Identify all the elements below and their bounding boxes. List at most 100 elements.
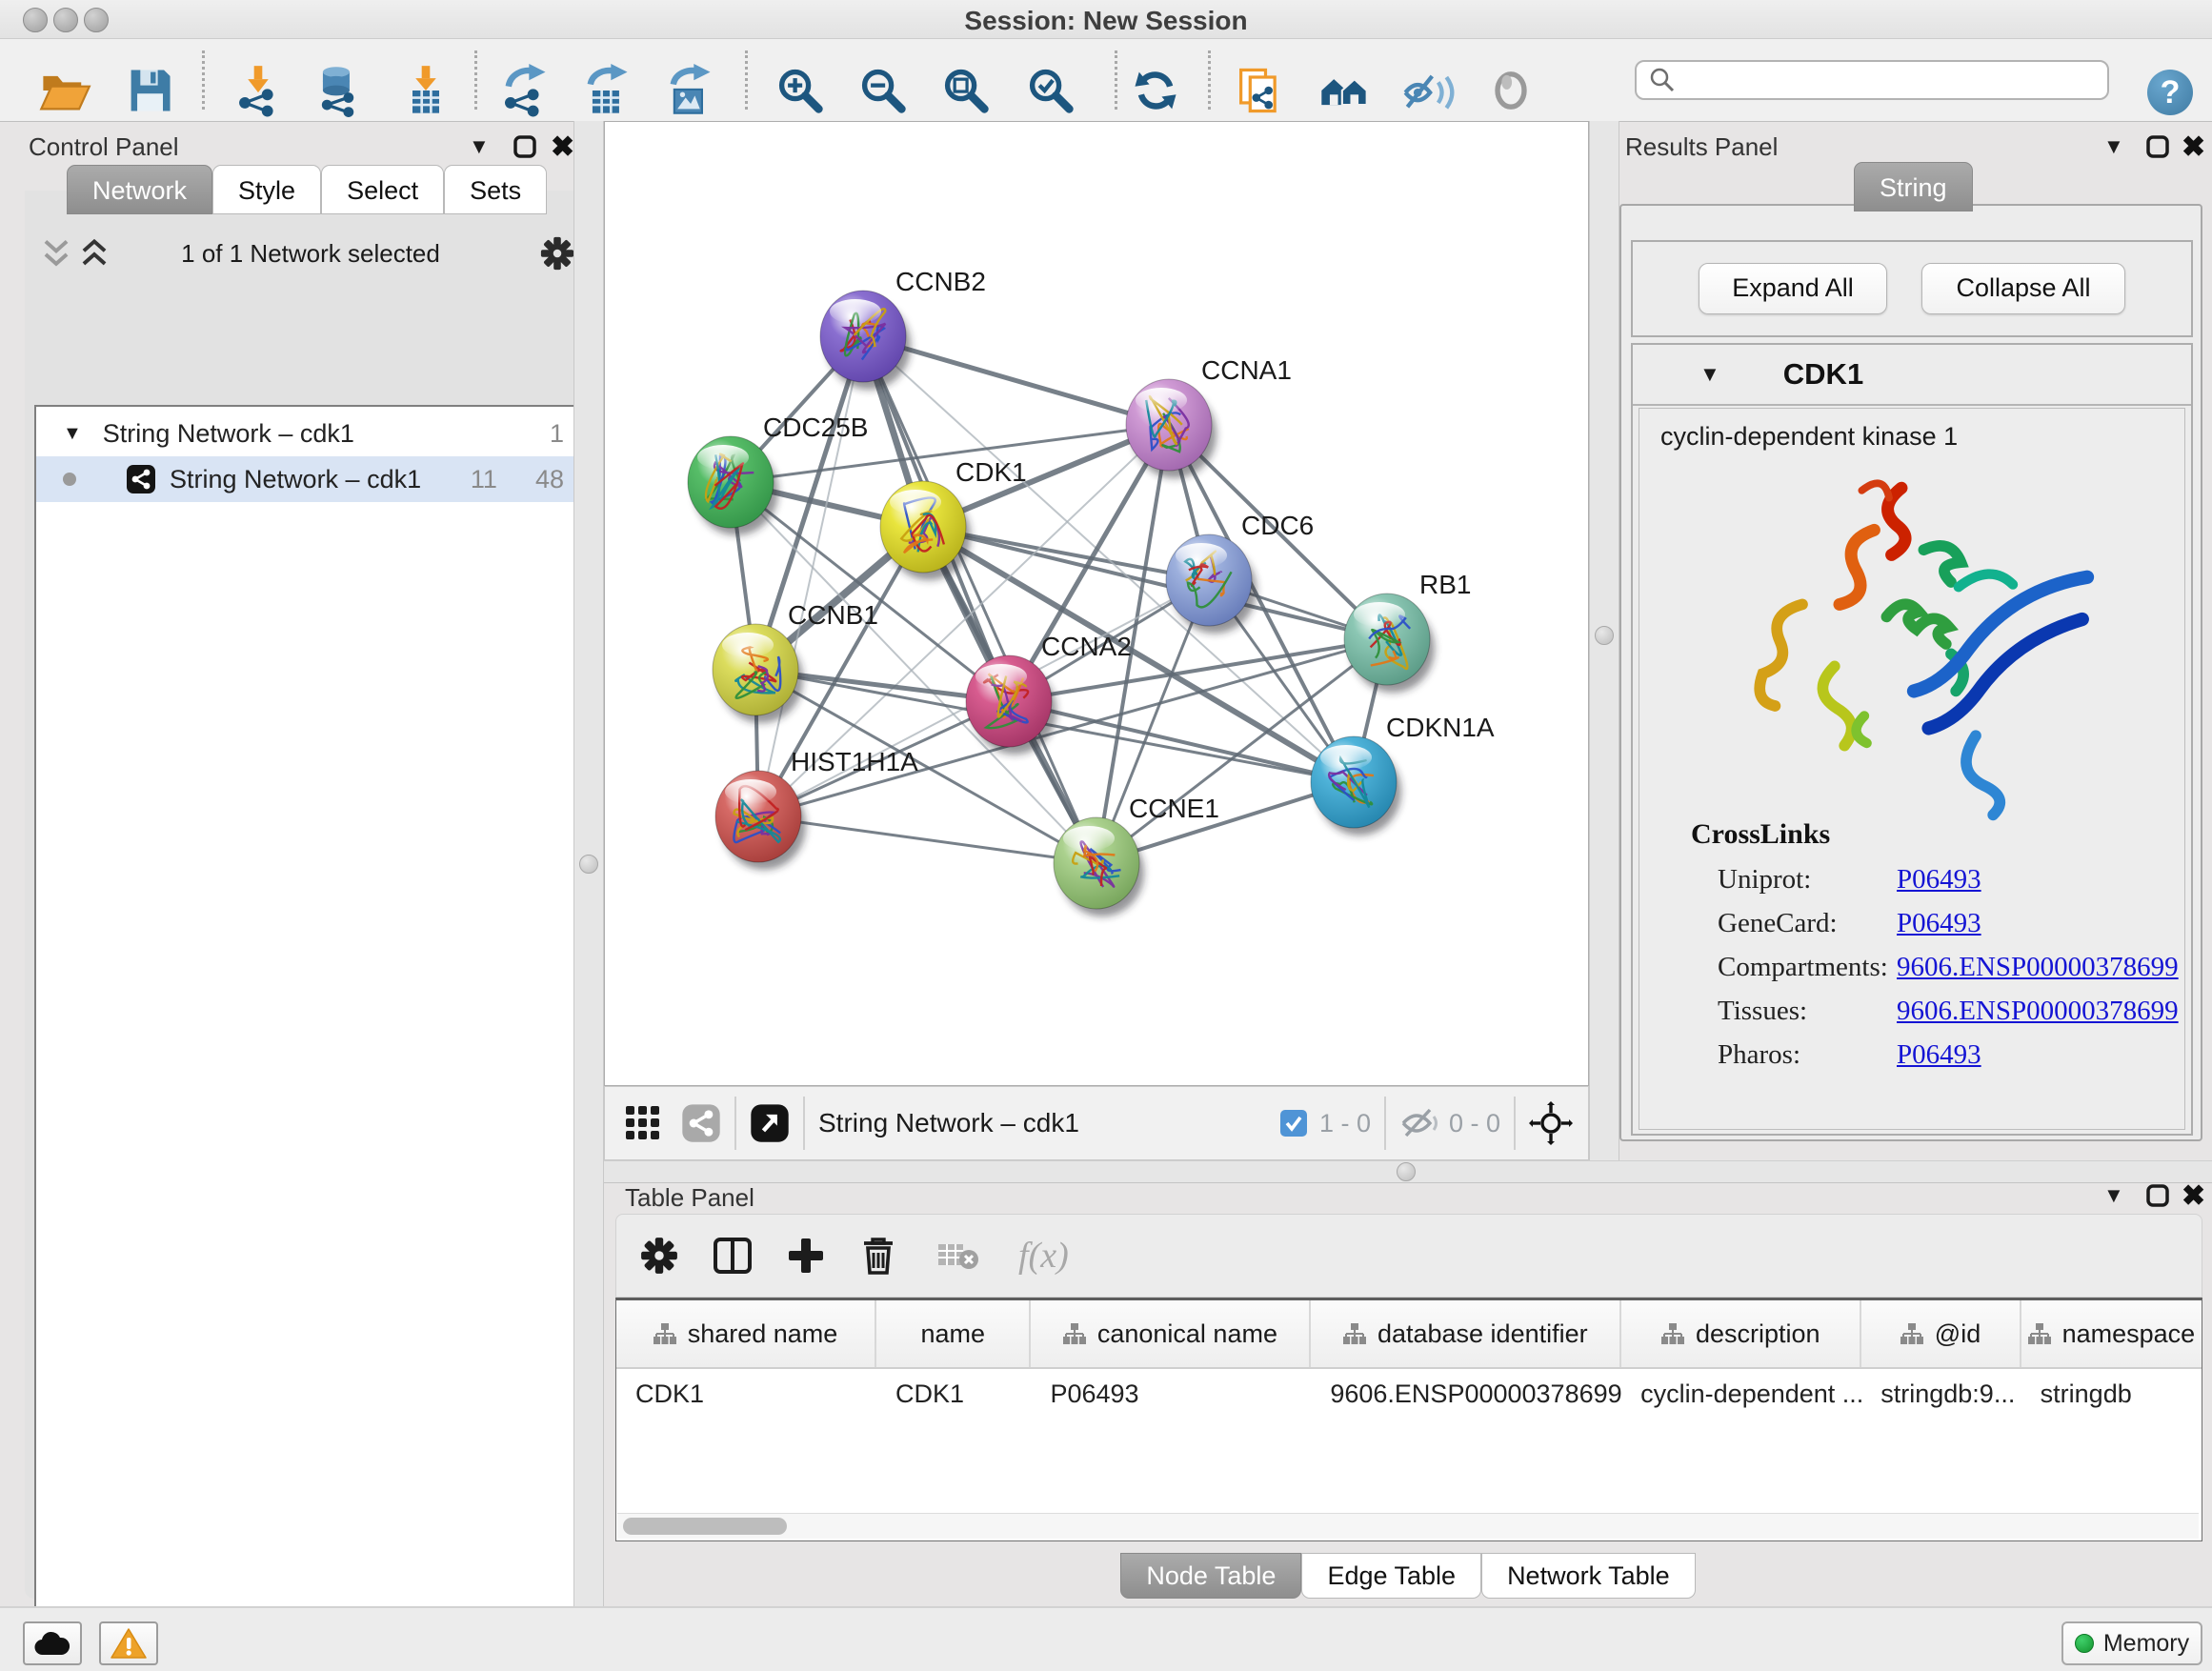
cell-id: stringdb:9... xyxy=(1861,1379,2021,1409)
network-node-CCNE1[interactable]: CCNE1 xyxy=(1054,794,1219,916)
protein-expander-icon[interactable]: ▼ xyxy=(1699,362,1720,387)
shared-column-icon xyxy=(1343,1322,1366,1345)
network-node-CDKN1A[interactable]: CDKN1A xyxy=(1311,713,1495,836)
column-header-name[interactable]: name xyxy=(876,1300,1031,1367)
zoom-fit-icon[interactable] xyxy=(939,64,993,117)
control-panel-close-icon[interactable]: ✖ xyxy=(551,131,574,164)
column-header-database-identifier[interactable]: database identifier xyxy=(1311,1300,1621,1367)
share-view-icon[interactable] xyxy=(681,1103,721,1143)
refresh-view-icon[interactable] xyxy=(1129,64,1182,117)
show-columns-icon[interactable] xyxy=(712,1235,754,1277)
table-panel-float-icon[interactable] xyxy=(2145,1183,2170,1208)
table-row[interactable]: CDK1 CDK1 P06493 9606.ENSP00000378699 cy… xyxy=(616,1369,2202,1419)
tab-network-table[interactable]: Network Table xyxy=(1481,1553,1696,1599)
export-network-icon[interactable] xyxy=(498,64,552,117)
collapse-all-button[interactable]: Collapse All xyxy=(1921,263,2125,314)
zoom-out-icon[interactable] xyxy=(856,64,910,117)
tab-edge-table[interactable]: Edge Table xyxy=(1301,1553,1481,1599)
hide-view-icon[interactable] xyxy=(1401,64,1455,117)
network-canvas[interactable]: CCNB2CCNA1CDC25BCDK1CDC6RB1CCNB1CCNA2CDK… xyxy=(604,121,1589,1086)
crosslink-pharos-link[interactable]: P06493 xyxy=(1897,1039,1981,1071)
crosslink-compartments-link[interactable]: 9606.ENSP00000378699 xyxy=(1897,952,2179,983)
collection-expander-icon[interactable]: ▼ xyxy=(63,423,82,445)
toolbar-separator xyxy=(1115,50,1117,110)
table-panel-close-icon[interactable]: ✖ xyxy=(2182,1179,2205,1213)
column-header-id[interactable]: @id xyxy=(1861,1300,2021,1367)
network-edge[interactable] xyxy=(923,527,1387,639)
selected-checkbox-icon[interactable] xyxy=(1279,1109,1308,1137)
crosslink-tissues-link[interactable]: 9606.ENSP00000378699 xyxy=(1897,996,2179,1027)
crosslink-uniprot-link[interactable]: P06493 xyxy=(1897,864,1981,896)
import-table-file-icon[interactable] xyxy=(399,64,452,117)
grid-view-icon[interactable] xyxy=(622,1102,664,1144)
export-image-icon[interactable] xyxy=(663,64,716,117)
column-header-namespace[interactable]: namespace xyxy=(2021,1300,2202,1367)
fit-selected-crosshair-icon[interactable] xyxy=(1529,1101,1573,1145)
tab-style[interactable]: Style xyxy=(212,165,321,214)
splitter-handle[interactable] xyxy=(579,855,598,874)
network-edge[interactable] xyxy=(758,336,863,816)
delete-column-icon[interactable] xyxy=(858,1234,898,1278)
open-file-icon[interactable] xyxy=(38,64,91,117)
splitter-handle[interactable] xyxy=(1397,1162,1416,1181)
protein-name: CDK1 xyxy=(1783,357,1863,392)
network-node-RB1[interactable]: RB1 xyxy=(1344,570,1471,693)
network-edge[interactable] xyxy=(863,336,1096,863)
network-node-CCNB2[interactable]: CCNB2 xyxy=(820,267,986,390)
zoom-selected-icon[interactable] xyxy=(1024,64,1077,117)
control-panel-float-icon[interactable] xyxy=(513,134,537,159)
tab-network[interactable]: Network xyxy=(67,165,212,214)
column-header-canonical-name[interactable]: canonical name xyxy=(1031,1300,1311,1367)
add-column-icon[interactable] xyxy=(786,1236,826,1276)
expand-all-icon[interactable] xyxy=(80,239,109,270)
control-panel-menu-icon[interactable]: ▼ xyxy=(469,134,490,159)
table-panel-menu-icon[interactable]: ▼ xyxy=(2103,1183,2124,1208)
main-toolbar: ? xyxy=(0,39,2212,122)
control-panel-title: Control Panel xyxy=(29,132,179,162)
tab-string[interactable]: String xyxy=(1854,162,1973,211)
tab-select[interactable]: Select xyxy=(321,165,444,214)
network-edge[interactable] xyxy=(1009,701,1354,782)
birds-eye-view-icon[interactable] xyxy=(1317,64,1371,117)
save-session-icon[interactable] xyxy=(123,64,176,117)
network-node-HIST1H1A[interactable]: HIST1H1A xyxy=(715,747,918,870)
table-options-gear-icon[interactable] xyxy=(639,1236,679,1276)
results-panel-close-icon[interactable]: ✖ xyxy=(2182,131,2205,164)
network-snapshot-icon[interactable] xyxy=(1233,64,1286,117)
export-view-icon[interactable] xyxy=(750,1103,790,1143)
column-header-description[interactable]: description xyxy=(1621,1300,1861,1367)
tab-sets[interactable]: Sets xyxy=(444,165,547,214)
column-header-shared-name[interactable]: shared name xyxy=(616,1300,876,1367)
table-horizontal-scrollbar[interactable] xyxy=(617,1513,2199,1539)
import-network-file-icon[interactable] xyxy=(231,64,285,117)
splitter-control-canvas[interactable] xyxy=(573,121,604,1606)
network-options-gear-icon[interactable] xyxy=(539,235,575,272)
network-edge[interactable] xyxy=(758,816,1096,863)
results-panel-float-icon[interactable] xyxy=(2145,134,2170,159)
export-table-icon[interactable] xyxy=(580,64,633,117)
tab-node-table[interactable]: Node Table xyxy=(1120,1553,1301,1599)
memory-button[interactable]: Memory xyxy=(2061,1621,2202,1665)
cloud-status-button[interactable] xyxy=(23,1621,82,1665)
help-button[interactable]: ? xyxy=(2147,70,2193,115)
results-panel-menu-icon[interactable]: ▼ xyxy=(2103,134,2124,159)
zoom-in-icon[interactable] xyxy=(774,64,827,117)
network-node-CDC25B[interactable]: CDC25B xyxy=(688,413,868,535)
search-input[interactable] xyxy=(1635,60,2109,100)
network-node-CCNA1[interactable]: CCNA1 xyxy=(1126,355,1292,478)
network-collection-row[interactable]: ▼ String Network – cdk1 1 xyxy=(36,407,577,456)
network-row-selected[interactable]: String Network – cdk1 11 48 xyxy=(36,456,577,502)
warning-status-button[interactable] xyxy=(99,1621,158,1665)
network-node-CDK1[interactable]: CDK1 xyxy=(880,457,1027,580)
import-network-database-icon[interactable] xyxy=(311,64,364,117)
scrollbar-thumb[interactable] xyxy=(623,1518,787,1535)
expand-all-button[interactable]: Expand All xyxy=(1699,263,1887,314)
collapse-all-icon[interactable] xyxy=(42,239,70,270)
splitter-table-panel[interactable] xyxy=(604,1160,2212,1183)
crosslink-genecard-link[interactable]: P06493 xyxy=(1897,908,1981,939)
memory-status-dot xyxy=(2075,1634,2094,1653)
show-view-icon[interactable] xyxy=(1484,64,1538,117)
splitter-handle[interactable] xyxy=(1595,626,1614,645)
protein-section-header[interactable]: ▼ CDK1 xyxy=(1633,345,2191,406)
network-node-CCNB1[interactable]: CCNB1 xyxy=(713,600,878,723)
